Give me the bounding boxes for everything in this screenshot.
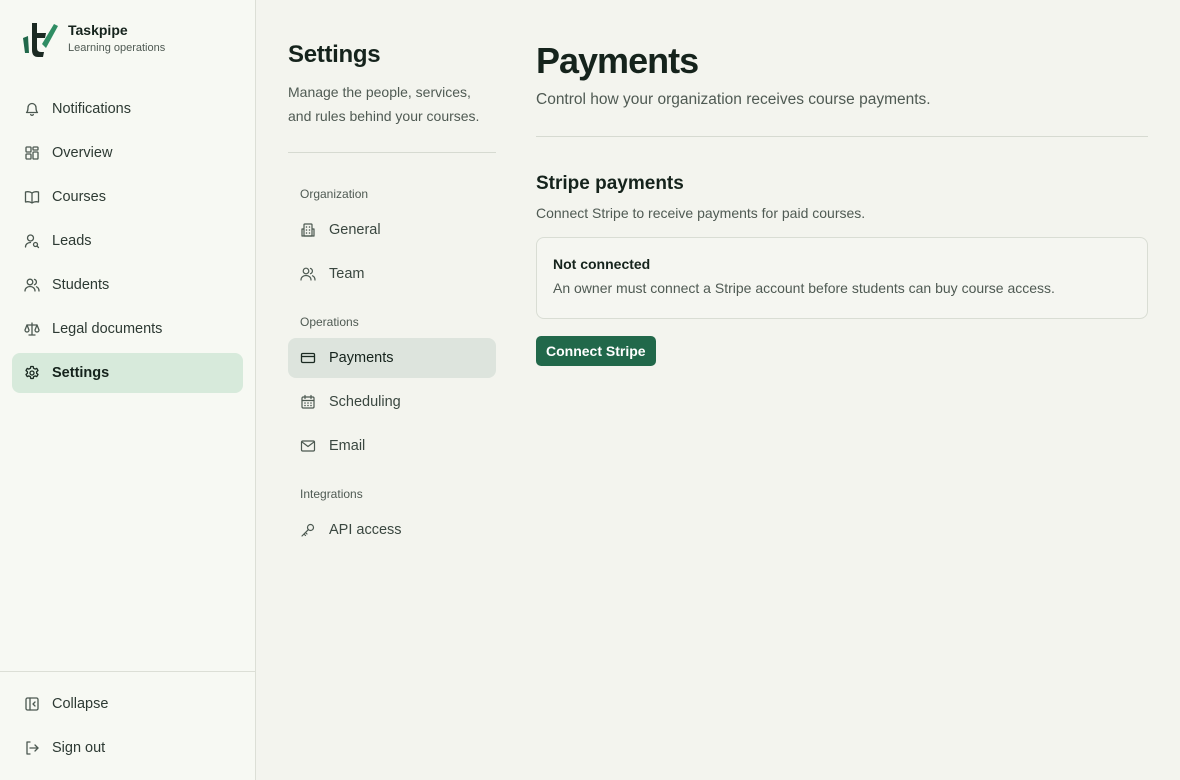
sidebar-footer: Collapse Sign out [0,671,255,756]
sign-out-label: Sign out [52,740,106,756]
book-icon [24,191,40,204]
settings-item-scheduling[interactable]: Scheduling [288,382,496,422]
nav-label-legal-documents: Legal documents [52,321,163,337]
section-title: Stripe payments [536,173,684,194]
main-nav: Notifications Overview Courses Leads Stu… [12,89,243,397]
sign-out-icon [26,741,39,755]
status-text: An owner must connect a Stripe account b… [553,280,1055,296]
collapse-icon [25,697,39,711]
settings-description: Manage the people, services, and rules b… [288,84,480,124]
nav-label-settings: Settings [52,365,110,381]
settings-nav: Settings Manage the people, services, an… [288,40,496,554]
group-label-integrations: Integrations [300,487,363,501]
collapse-label: Collapse [52,696,109,712]
app-sidebar: Taskpipe Learning operations Notificatio… [0,0,256,780]
calendar-icon [301,394,315,409]
nav-item-notifications[interactable]: Notifications [12,89,243,129]
settings-label-general: General [329,222,381,238]
stripe-status-card: Not connected An owner must connect a St… [536,237,1148,319]
settings-title: Settings [288,41,381,68]
settings-item-team[interactable]: Team [288,254,496,294]
nav-item-leads[interactable]: Leads [12,221,243,261]
nav-label-notifications: Notifications [52,101,131,117]
settings-label-payments: Payments [329,350,394,366]
mail-icon [300,440,316,452]
scale-icon [24,322,40,336]
dashboard-icon [25,146,39,160]
nav-item-students[interactable]: Students [12,265,243,305]
group-label-organization: Organization [300,187,369,201]
page-title: Payments [536,40,699,81]
sign-out-button[interactable]: Sign out [12,728,243,768]
group-label-operations: Operations [300,315,359,329]
brand-subtitle: Learning operations [68,42,166,54]
user-search-icon [24,234,40,249]
nav-label-courses: Courses [52,189,106,205]
section-description: Connect Stripe to receive payments for p… [536,205,866,221]
credit-card-icon [300,352,316,364]
settings-label-team: Team [329,266,365,282]
settings-label-email: Email [329,438,366,454]
settings-item-general[interactable]: General [288,210,496,250]
payments-panel: Payments Control how your organization r… [536,40,1148,366]
settings-label-scheduling: Scheduling [329,394,401,410]
brand-name: Taskpipe [68,22,128,38]
settings-divider [288,152,496,153]
connect-stripe-button[interactable]: Connect Stripe [536,336,656,366]
nav-item-settings[interactable]: Settings [12,353,243,393]
team-icon [300,267,316,281]
gear-icon [25,365,39,380]
settings-item-payments[interactable]: Payments [288,338,496,378]
building-icon [301,223,315,237]
settings-item-api-access[interactable]: API access [288,510,496,550]
settings-label-api-access: API access [329,522,402,538]
nav-label-students: Students [52,277,110,293]
brand[interactable]: Taskpipe Learning operations [20,20,165,58]
nav-label-leads: Leads [52,233,92,249]
nav-item-overview[interactable]: Overview [12,133,243,173]
status-title: Not connected [553,256,651,272]
settings-item-email[interactable]: Email [288,426,496,466]
page-divider [536,136,1148,137]
users-icon [24,278,40,292]
bell-icon [25,102,39,117]
nav-item-legal-documents[interactable]: Legal documents [12,309,243,349]
page-description: Control how your organization receives c… [536,91,931,108]
collapse-button[interactable]: Collapse [12,684,243,724]
nav-item-courses[interactable]: Courses [12,177,243,217]
nav-label-overview: Overview [52,145,113,161]
key-icon [301,523,315,537]
taskpipe-logo-icon [23,23,58,57]
